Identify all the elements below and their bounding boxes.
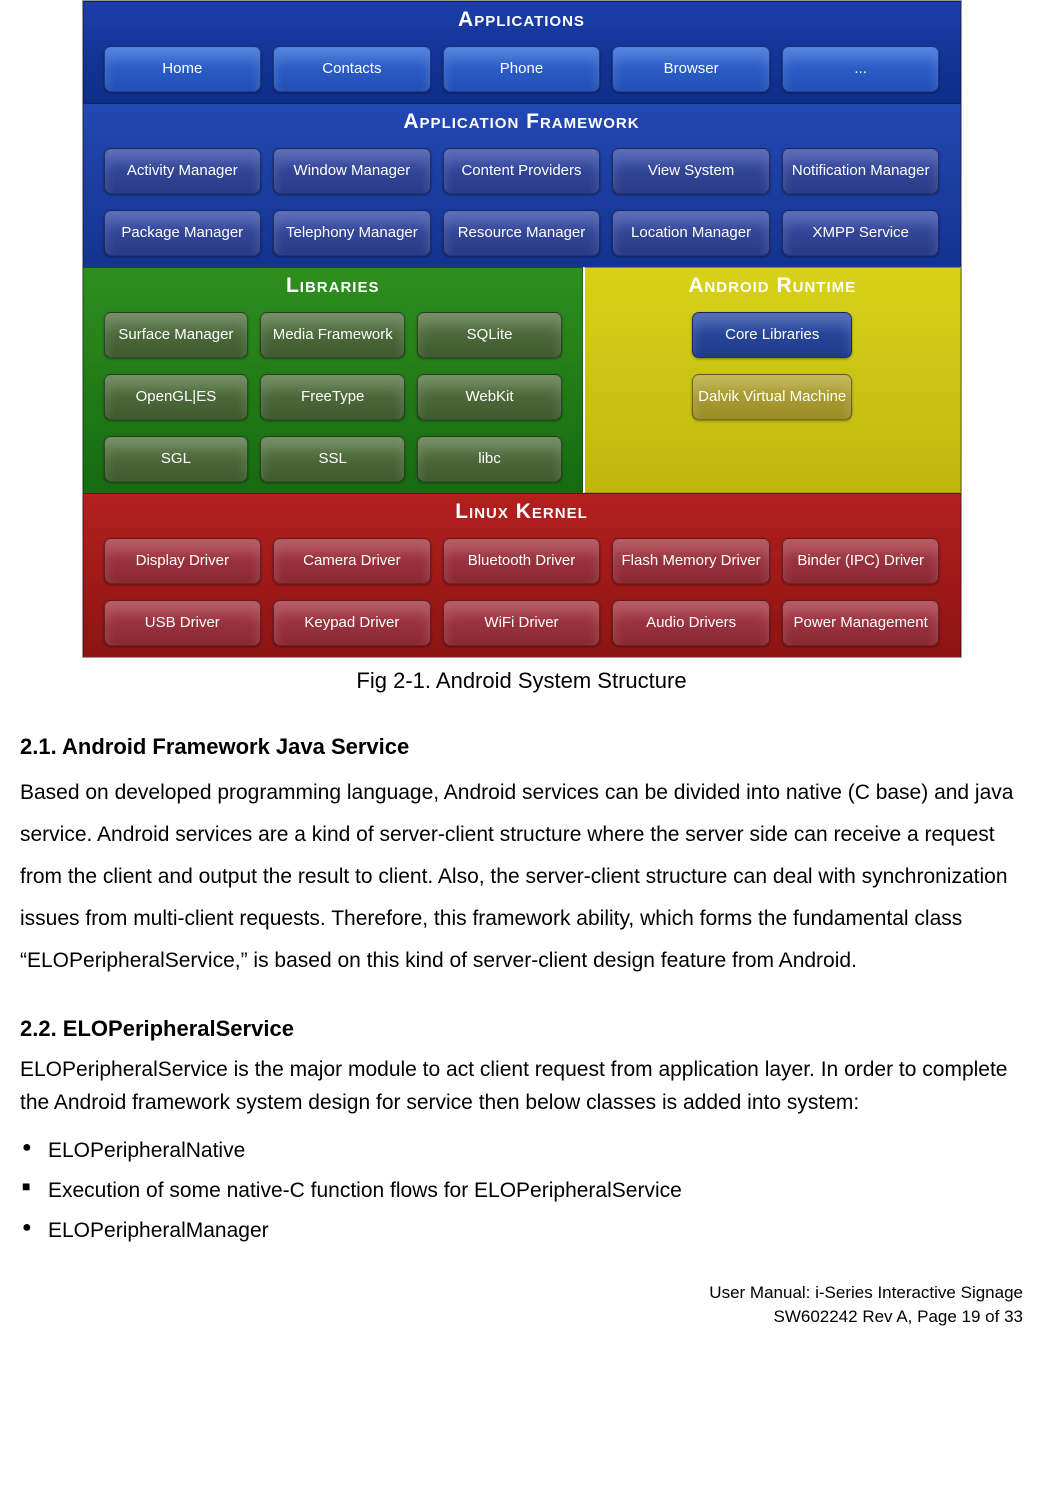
app-chip: Contacts [273, 46, 431, 92]
kernel-section: Linux Kernel Display Driver Camera Drive… [83, 493, 961, 657]
fw-chip: Package Manager [104, 210, 262, 256]
app-chip: Home [104, 46, 262, 92]
section-2-1-body: Based on developed programming language,… [20, 772, 1023, 982]
framework-section: Application Framework Activity Manager W… [83, 103, 961, 267]
kern-chip: Camera Driver [273, 538, 431, 584]
kern-chip: Power Management [782, 600, 940, 646]
figure-caption: Fig 2-1. Android System Structure [20, 668, 1023, 694]
lib-chip: SGL [104, 436, 249, 482]
lib-chip: OpenGL|ES [104, 374, 249, 420]
rt-chip: Dalvik Virtual Machine [692, 374, 852, 420]
kern-chip: WiFi Driver [443, 600, 601, 646]
lib-chip: FreeType [260, 374, 405, 420]
libs-runtime-row: Libraries Surface Manager Media Framewor… [83, 267, 961, 493]
lib-chip: SQLite [417, 312, 562, 358]
kern-chip: Audio Drivers [612, 600, 770, 646]
android-system-structure-diagram: Applications Home Contacts Phone Browser… [82, 0, 962, 658]
rt-chip: Core Libraries [692, 312, 852, 358]
libraries-title: Libraries [84, 268, 582, 306]
fw-chip: View System [612, 148, 770, 194]
lib-chip: WebKit [417, 374, 562, 420]
page-footer: User Manual: i-Series Interactive Signag… [20, 1281, 1023, 1330]
section-2-2-list: ELOPeripheralNative Execution of some na… [20, 1131, 1023, 1251]
applications-title: Applications [84, 2, 960, 40]
kern-chip: Binder (IPC) Driver [782, 538, 940, 584]
fw-chip: Content Providers [443, 148, 601, 194]
section-2-2-heading: 2.2. ELOPeripheralService [20, 1016, 1023, 1042]
app-chip: ... [782, 46, 940, 92]
fw-chip: Resource Manager [443, 210, 601, 256]
section-2-2-body: ELOPeripheralService is the major module… [20, 1054, 1023, 1119]
kernel-title: Linux Kernel [84, 494, 960, 532]
app-chip: Phone [443, 46, 601, 92]
bullet-item: Execution of some native-C function flow… [20, 1171, 1023, 1211]
framework-title: Application Framework [84, 104, 960, 142]
lib-chip: libc [417, 436, 562, 482]
kern-chip: Flash Memory Driver [612, 538, 770, 584]
fw-chip: XMPP Service [782, 210, 940, 256]
bullet-item: ELOPeripheralManager [20, 1211, 1023, 1251]
lib-chip: SSL [260, 436, 405, 482]
lib-chip: Surface Manager [104, 312, 249, 358]
kern-chip: Keypad Driver [273, 600, 431, 646]
fw-chip: Notification Manager [782, 148, 940, 194]
lib-chip: Media Framework [260, 312, 405, 358]
bullet-item: ELOPeripheralNative [20, 1131, 1023, 1171]
section-2-1-heading: 2.1. Android Framework Java Service [20, 734, 1023, 760]
fw-chip: Location Manager [612, 210, 770, 256]
runtime-title: Android Runtime [585, 268, 960, 306]
runtime-section: Android Runtime Core Libraries Dalvik Vi… [583, 267, 961, 493]
libraries-section: Libraries Surface Manager Media Framewor… [83, 267, 583, 493]
kern-chip: USB Driver [104, 600, 262, 646]
kern-chip: Display Driver [104, 538, 262, 584]
fw-chip: Window Manager [273, 148, 431, 194]
footer-page: SW602242 Rev A, Page 19 of 33 [20, 1305, 1023, 1330]
app-chip: Browser [612, 46, 770, 92]
fw-chip: Telephony Manager [273, 210, 431, 256]
kern-chip: Bluetooth Driver [443, 538, 601, 584]
fw-chip: Activity Manager [104, 148, 262, 194]
applications-section: Applications Home Contacts Phone Browser… [83, 1, 961, 103]
footer-manual: User Manual: i-Series Interactive Signag… [20, 1281, 1023, 1306]
